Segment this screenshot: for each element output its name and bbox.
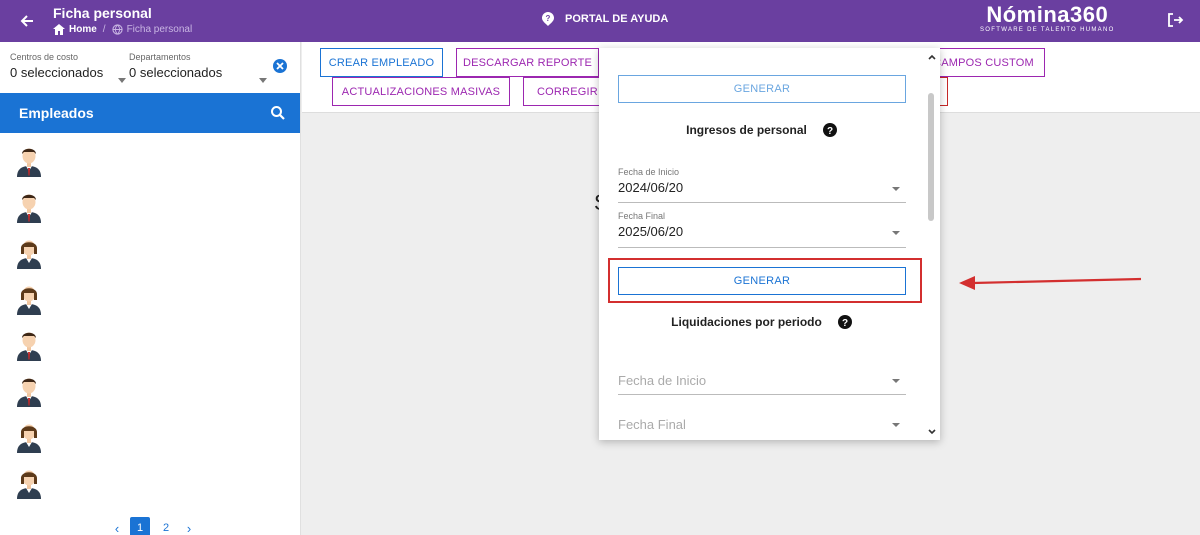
- employee-item[interactable]: [14, 419, 44, 453]
- field-value: 2025/06/20: [618, 224, 684, 239]
- scroll-up-icon[interactable]: [926, 51, 938, 63]
- crear-empleado-button[interactable]: CREAR EMPLEADO: [320, 48, 443, 77]
- svg-text:?: ?: [546, 14, 551, 23]
- breadcrumb-separator: /: [102, 24, 106, 35]
- cost-center-value: 0 seleccionados: [10, 65, 104, 80]
- logout-icon[interactable]: [1166, 11, 1184, 29]
- employee-item[interactable]: [14, 189, 44, 223]
- generar-top-button[interactable]: GENERAR: [618, 75, 906, 103]
- globe-icon: [111, 24, 123, 35]
- scroll-down-icon[interactable]: [926, 426, 938, 438]
- back-arrow-icon[interactable]: [14, 8, 40, 34]
- logo-brand: Nómina360: [986, 2, 1109, 27]
- next-page-button[interactable]: ›: [182, 521, 196, 535]
- male-avatar-icon: [17, 148, 41, 177]
- chevron-down-icon: [892, 379, 900, 383]
- prev-page-button[interactable]: ‹: [110, 521, 124, 535]
- field-value: 2024/06/20: [618, 180, 684, 195]
- liq-fecha-inicio-field[interactable]: Fecha de Inicio: [618, 373, 906, 395]
- liq-fecha-final-field[interactable]: Fecha Final: [618, 417, 906, 439]
- sidebar: Centros de costo 0 seleccionados Departa…: [0, 42, 301, 535]
- employees-title: Empleados: [19, 105, 94, 121]
- divider: [618, 394, 906, 395]
- breadcrumb: Home / Ficha personal: [53, 24, 192, 35]
- employee-item[interactable]: [14, 465, 44, 499]
- scrollbar-thumb[interactable]: [928, 93, 934, 221]
- top-bar: Ficha personal Home / Ficha personal ? P…: [0, 0, 1200, 42]
- annotation-arrow: [959, 276, 1142, 290]
- ingresos-fecha-final-field[interactable]: Fecha Final 2025/06/20: [618, 211, 906, 248]
- male-avatar-icon: [17, 194, 41, 223]
- pagination: ‹ 1 2 ›: [110, 517, 196, 535]
- chevron-down-icon: [892, 231, 900, 235]
- field-label: Fecha de Inicio: [618, 167, 680, 177]
- employees-header: Empleados: [0, 93, 300, 133]
- reports-panel: GENERAR Ingresos de personal ? Fecha de …: [599, 48, 940, 440]
- actualizaciones-masivas-button[interactable]: ACTUALIZACIONES MASIVAS: [332, 77, 510, 106]
- chevron-down-icon: [892, 423, 900, 427]
- field-placeholder: Fecha de Inicio: [618, 373, 707, 388]
- help-icon: ?: [542, 12, 554, 26]
- highlight-box: [608, 258, 922, 303]
- clear-filters-icon[interactable]: [272, 58, 288, 74]
- breadcrumb-home[interactable]: Home: [69, 24, 97, 35]
- ingresos-fecha-inicio-field[interactable]: Fecha de Inicio 2024/06/20: [618, 167, 906, 203]
- page-1-button[interactable]: 1: [130, 517, 150, 535]
- chevron-down-icon: [118, 78, 126, 83]
- male-avatar-icon: [17, 378, 41, 407]
- breadcrumb-current: Ficha personal: [126, 24, 193, 35]
- ingresos-section-title: Ingresos de personal ?: [599, 123, 924, 137]
- female-avatar-icon: [17, 286, 41, 315]
- female-avatar-icon: [17, 424, 41, 453]
- home-icon: [53, 24, 65, 35]
- employee-item[interactable]: [14, 327, 44, 361]
- employee-item[interactable]: [14, 235, 44, 269]
- svg-text:?: ?: [842, 318, 848, 329]
- chevron-down-icon: [259, 78, 267, 83]
- cost-center-filter[interactable]: Centros de costo 0 seleccionados: [10, 52, 126, 99]
- department-value: 0 seleccionados: [129, 65, 223, 80]
- help-portal-label: PORTAL DE AYUDA: [565, 13, 669, 25]
- search-icon[interactable]: [270, 105, 286, 121]
- department-label: Departamentos: [129, 52, 191, 62]
- employee-item[interactable]: [14, 143, 44, 177]
- ingresos-title-text: Ingresos de personal: [686, 123, 807, 137]
- help-portal-link[interactable]: ? PORTAL DE AYUDA: [541, 12, 668, 26]
- liquidaciones-title-text: Liquidaciones por periodo: [671, 315, 822, 329]
- cost-center-label: Centros de costo: [10, 52, 79, 62]
- employee-item[interactable]: [14, 373, 44, 407]
- campos-custom-button[interactable]: CAMPOS CUSTOM: [922, 48, 1045, 77]
- divider: [618, 247, 906, 248]
- svg-text:?: ?: [827, 126, 833, 137]
- chevron-down-icon: [892, 187, 900, 191]
- field-placeholder: Fecha Final: [618, 417, 686, 432]
- field-label: Fecha Final: [618, 211, 666, 221]
- male-avatar-icon: [17, 332, 41, 361]
- logo: Nómina360 SOFTWARE DE TALENTO HUMANO: [980, 2, 1115, 34]
- female-avatar-icon: [17, 470, 41, 499]
- divider: [618, 202, 906, 203]
- employee-item[interactable]: [14, 281, 44, 315]
- help-circle-icon[interactable]: ?: [822, 123, 837, 137]
- female-avatar-icon: [17, 240, 41, 269]
- logo-tagline: SOFTWARE DE TALENTO HUMANO: [980, 27, 1115, 33]
- page-2-button[interactable]: 2: [156, 517, 176, 535]
- page-title: Ficha personal: [53, 5, 152, 21]
- liquidaciones-section-title: Liquidaciones por periodo ?: [599, 315, 924, 329]
- help-circle-icon[interactable]: ?: [837, 315, 852, 329]
- department-filter[interactable]: Departamentos 0 seleccionados: [129, 52, 267, 99]
- descargar-reporte-button[interactable]: DESCARGAR REPORTE: [456, 48, 599, 77]
